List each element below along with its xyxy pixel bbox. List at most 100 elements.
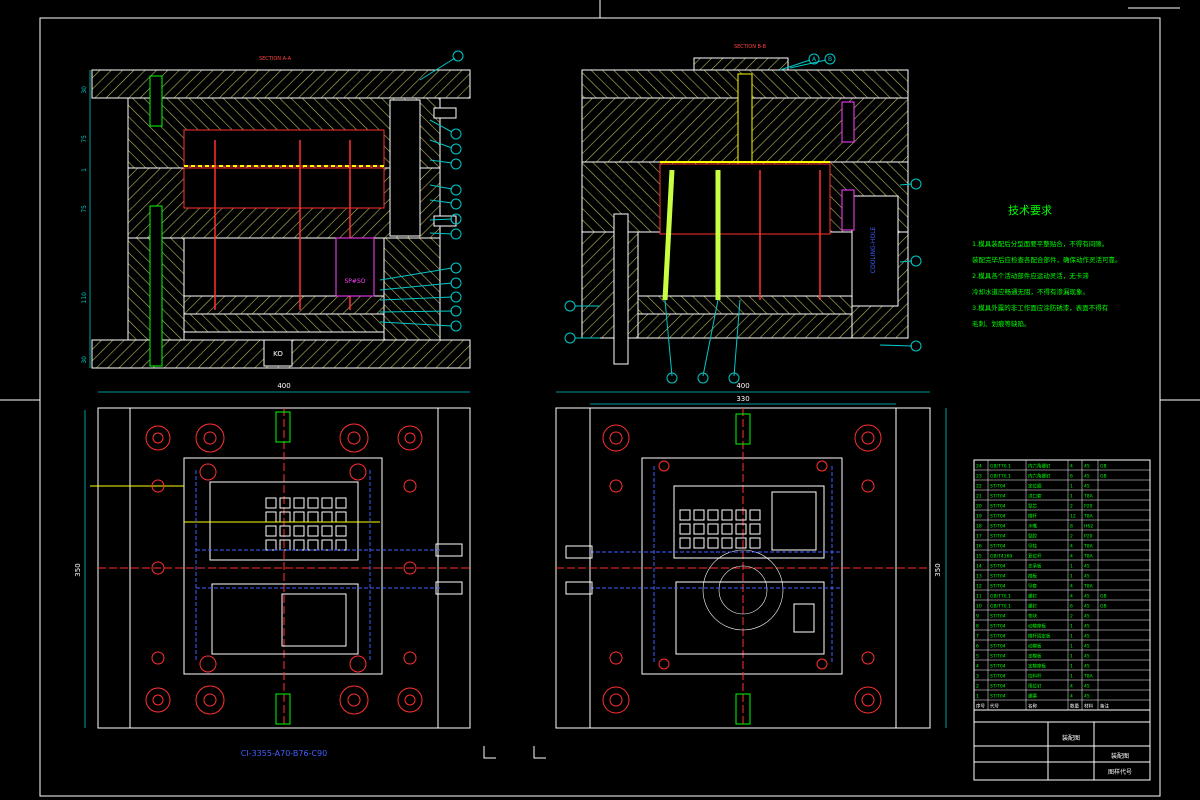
bom-cell: GB [1100, 604, 1107, 610]
section-a-view: SECTION A-A SP#SO KO 30 75 1 75 110 30 [81, 50, 471, 369]
bom-cell: 4 [976, 664, 979, 670]
bom-cell: 10 [976, 604, 982, 610]
bom-cell: 2 [1070, 614, 1073, 620]
bom-header-cell: 名称 [1028, 703, 1037, 710]
section-b-view: SECTION B-B COOLING-HOLE A B [564, 44, 922, 384]
bom-cell: 19 [976, 514, 982, 520]
bom-cell: 内六角螺钉 [1028, 463, 1051, 470]
tb-left-label: 装配图 [1062, 734, 1080, 742]
bom-cell: 定模座板 [1028, 663, 1046, 670]
section-b-title: SECTION B-B [734, 44, 767, 50]
bom-cell: 限位钉 [1028, 683, 1042, 690]
bom-cell: 内六角螺钉 [1028, 473, 1051, 480]
dim-a-2: 1 [81, 168, 88, 172]
bom-cell: 型芯 [1028, 503, 1037, 510]
bom-cell: 1 [1070, 674, 1073, 680]
bom-cell: 复位杆 [1028, 553, 1042, 560]
bom-cell: 3 [976, 674, 979, 680]
bom-cell: ST/T04 [990, 654, 1006, 660]
bom-cell: 6 [1070, 604, 1073, 610]
bom-cell: ST/T04 [990, 524, 1006, 530]
bom-cell: 导套 [1028, 583, 1037, 590]
bom-cell: 1 [1070, 644, 1073, 650]
bom-cell: ST/T04 [990, 574, 1006, 580]
bom-header-cell: 代号 [990, 703, 999, 710]
bom-cell: GB/T4169 [990, 554, 1012, 560]
bom-cell: 型腔 [1028, 533, 1037, 540]
bom-cell: 4 [1070, 554, 1073, 560]
bom-cell: 1 [976, 694, 979, 700]
bom-cell: 螺钉 [1028, 593, 1037, 600]
bom-cell: 动模板 [1028, 643, 1042, 650]
bom-cell: 12 [1070, 514, 1076, 520]
bom-cell: 18 [976, 524, 982, 530]
bom-cell: 1 [1070, 654, 1073, 660]
bom-cell: 20 [976, 504, 982, 510]
bom-cell: 45 [1084, 634, 1090, 640]
bom-cell: GB [1100, 594, 1107, 600]
tech-requirements: 技术要求 1.模具装配后分型面要平整贴合，不得有间隙。 装配完毕后应检查各配合部… [972, 204, 1122, 328]
bom-cell: 22 [976, 484, 982, 490]
bom-cell: GB [1100, 474, 1107, 480]
bom-cell: ST/T04 [990, 564, 1006, 570]
bom-cell: ST/T04 [990, 674, 1006, 680]
bom-cell: 45 [1084, 464, 1090, 470]
bom-cell: 45 [1084, 684, 1090, 690]
bom-cell: 45 [1084, 654, 1090, 660]
bom-cell: 8 [976, 624, 979, 630]
bom-cell: 9 [976, 614, 979, 620]
bom-cell: 23 [976, 474, 982, 480]
dim-a-5: 30 [81, 356, 88, 364]
bom-cell: 4 [1070, 694, 1073, 700]
bom-cell: 45 [1084, 624, 1090, 630]
bom-cell: 17 [976, 534, 982, 540]
bom-cell: ST/T04 [990, 494, 1006, 500]
bom-cell: GB/T70.1 [990, 594, 1011, 600]
dim-a-4: 110 [81, 292, 88, 304]
bom-cell: GB [1100, 464, 1107, 470]
bom-cell: 24 [976, 464, 982, 470]
bom-cell: 4 [1070, 684, 1073, 690]
mold-code: CI-3355-A70-B76-C90 [241, 749, 327, 758]
bom-cell: 动模座板 [1028, 623, 1046, 630]
tech-line-2: 装配完毕后应检查各配合部件，确保动作灵活可靠。 [972, 255, 1122, 264]
bom-cell: 45 [1084, 614, 1090, 620]
bom-cell: 45 [1084, 694, 1090, 700]
plan-left-height: 350 [74, 563, 82, 576]
balloon-b: B [828, 56, 832, 63]
bom-cell: 45 [1084, 574, 1090, 580]
bom-cell: T8A [1083, 514, 1094, 520]
cad-drawing: SECTION A-A SP#SO KO 30 75 1 75 110 30 S… [0, 0, 1200, 797]
tech-line-1: 1.模具装配后分型面要平整贴合，不得有间隙。 [972, 239, 1108, 248]
bom-cell: 12 [976, 584, 982, 590]
bom-cell: ST/T04 [990, 644, 1006, 650]
bom-cell: GB/T70.1 [990, 464, 1011, 470]
cooling-label: COOLING-HOLE [870, 227, 877, 274]
section-a-title: SECTION A-A [259, 56, 292, 62]
bom-cell: 21 [976, 494, 982, 500]
plan-left-view: 400 350 CI-3355-A70-B76-C90 [74, 382, 471, 758]
bom-cell: ST/T04 [990, 584, 1006, 590]
bom-cell: T8A [1083, 584, 1094, 590]
bom-table: 24 GB/T70.1 内六角螺钉 4 45 GB23 GB/T70.1 内六角螺钉 6 45 GB… [973, 459, 1151, 711]
bom-cell: 4 [1070, 464, 1073, 470]
plan-right-inner-width: 330 [736, 395, 749, 403]
bom-cell: 4 [1070, 544, 1073, 550]
bom-cell: 水嘴 [1028, 523, 1037, 530]
tech-line-6: 毛刺、划痕等缺陷。 [972, 319, 1031, 328]
bom-cell: P20 [1084, 534, 1093, 540]
bom-cell: 14 [976, 564, 982, 570]
bom-cell: ST/T04 [990, 614, 1006, 620]
plan-right-view: 400 330 350 [483, 382, 947, 759]
bom-cell: 8 [1070, 524, 1073, 530]
bom-cell: 45 [1084, 474, 1090, 480]
bom-cell: 15 [976, 554, 982, 560]
plan-right-height: 350 [934, 563, 942, 576]
bom-cell: 4 [1070, 584, 1073, 590]
bom-cell: 螺钉 [1028, 603, 1037, 610]
dim-a-1: 75 [81, 135, 88, 143]
bom-cell: ST/T04 [990, 624, 1006, 630]
bom-cell: ST/T04 [990, 694, 1006, 700]
bom-cell: ST/T04 [990, 684, 1006, 690]
dim-a-3: 75 [81, 205, 88, 213]
